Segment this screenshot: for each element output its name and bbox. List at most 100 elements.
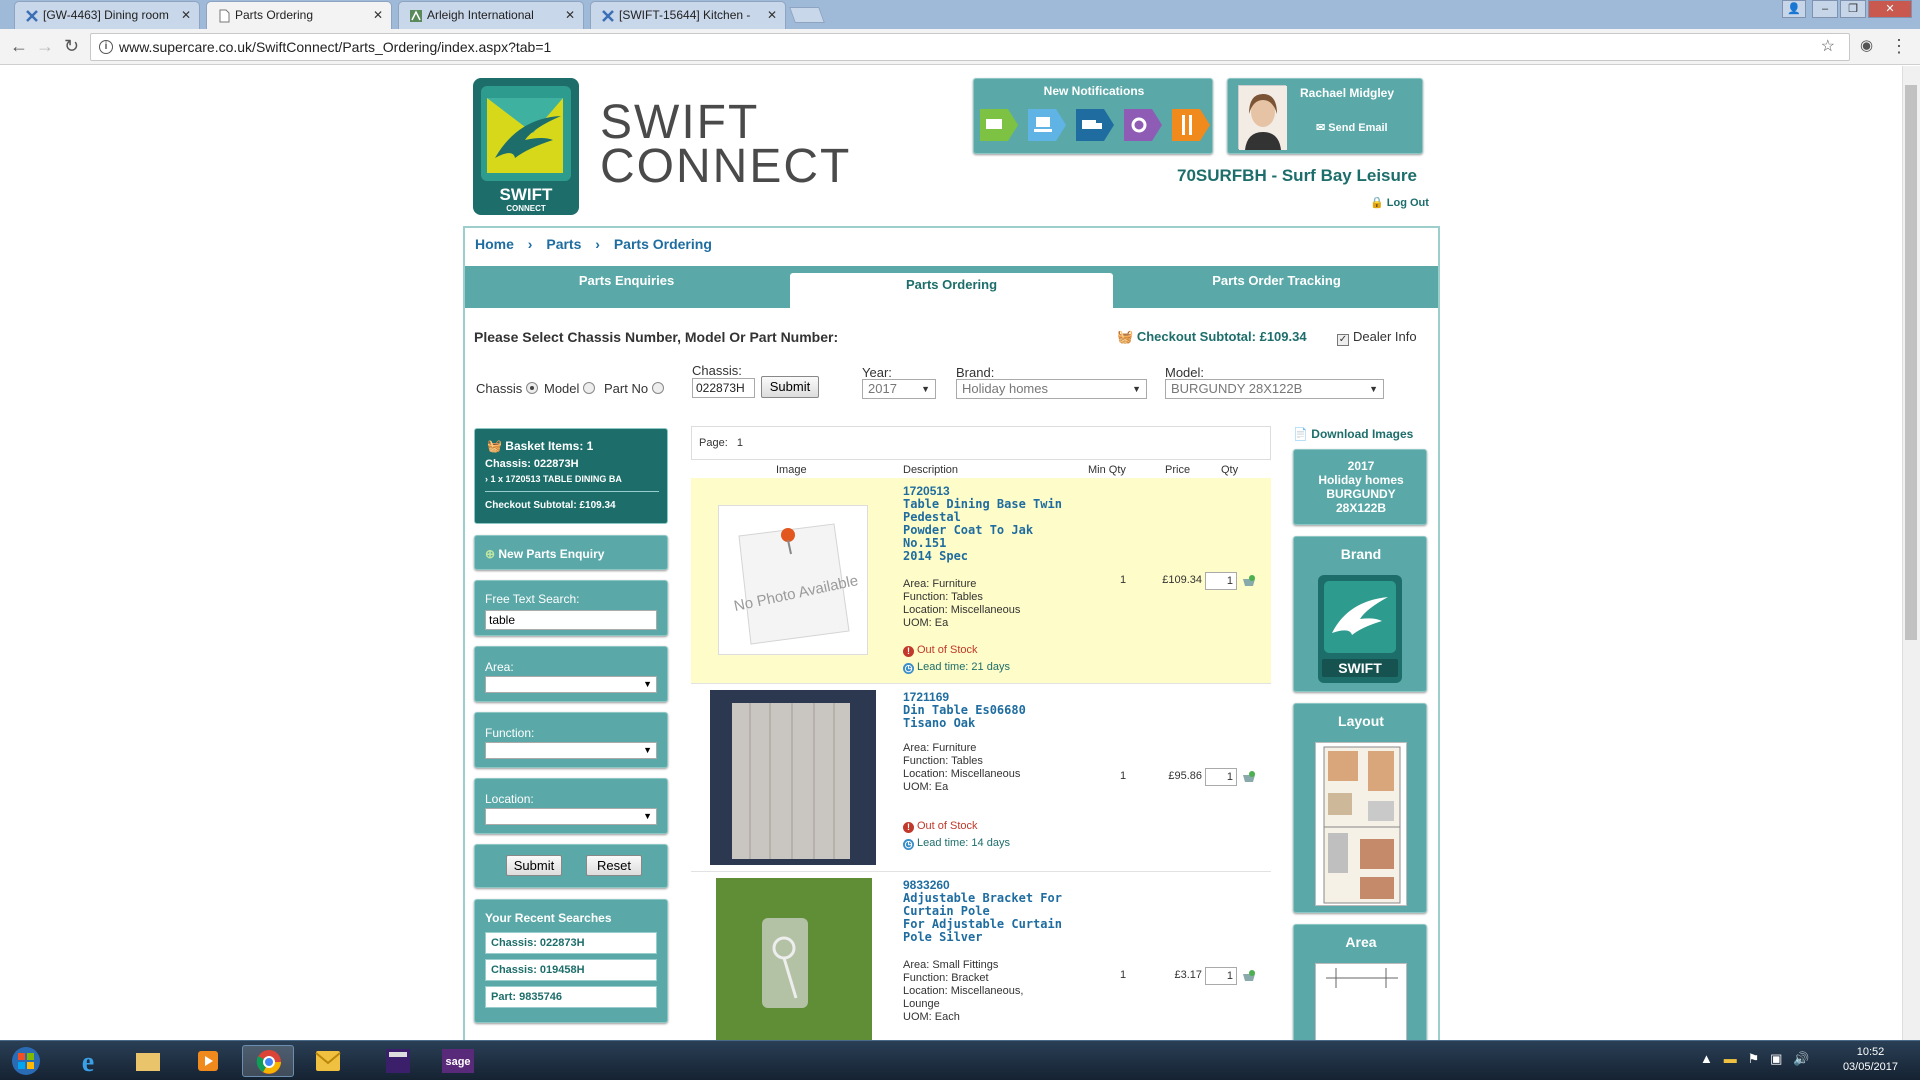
add-to-basket-icon[interactable] — [1242, 770, 1256, 784]
new-parts-enquiry-button[interactable]: ⊕ New Parts Enquiry — [474, 535, 668, 570]
url-text: www.supercare.co.uk/SwiftConnect/Parts_O… — [119, 39, 552, 55]
computer-notification-icon[interactable] — [1026, 105, 1068, 145]
tab-parts-order-tracking[interactable]: Parts Order Tracking — [1115, 266, 1438, 308]
basket-chassis: Chassis: 022873H — [485, 458, 579, 470]
url-input[interactable]: i www.supercare.co.uk/SwiftConnect/Parts… — [90, 33, 1850, 61]
close-icon[interactable]: ✕ — [373, 2, 383, 29]
basket-panel[interactable]: 🧺 Basket Items: 1 Chassis: 022873H › 1 x… — [474, 428, 668, 524]
chrome-icon[interactable] — [242, 1045, 294, 1077]
clock[interactable]: 10:52 03/05/2017 — [1843, 1045, 1898, 1075]
radio-model[interactable]: Model — [544, 381, 596, 396]
logout-link[interactable]: 🔒 Log Out — [1370, 196, 1429, 209]
tray-arrow-icon[interactable]: ▲ — [1700, 1051, 1713, 1066]
network-icon[interactable]: ▣ — [1770, 1051, 1782, 1066]
media-player-icon[interactable] — [182, 1045, 234, 1077]
part-attributes: Area: Furniture Function: Tables Locatio… — [903, 742, 1020, 794]
breadcrumb-parts[interactable]: Parts › — [546, 236, 600, 252]
calculator-icon[interactable] — [374, 1045, 422, 1077]
bookmark-star-icon[interactable]: ☆ — [1821, 34, 1835, 60]
outlook-icon[interactable] — [302, 1045, 354, 1077]
recent-search-item[interactable]: Part: 9835746 — [485, 986, 657, 1008]
free-text-input[interactable]: table — [485, 610, 657, 630]
system-tray: ▲ ▬ ⚑ ▣ 🔊 — [1700, 1051, 1809, 1067]
year-select[interactable]: 2017 ▼ — [862, 379, 936, 399]
download-images-link[interactable]: 📄 Download Images — [1293, 427, 1413, 441]
tab-parts-enquiries[interactable]: Parts Enquiries — [465, 266, 788, 308]
min-qty: 1 — [1120, 574, 1127, 586]
forward-icon[interactable]: → — [36, 36, 54, 56]
floor-plan-image[interactable] — [1315, 742, 1407, 906]
part-image[interactable] — [710, 690, 876, 865]
chassis-submit-button[interactable]: Submit — [761, 376, 819, 398]
location-select[interactable]: ▼ — [485, 808, 657, 825]
chassis-input[interactable]: 022873H — [692, 378, 755, 398]
model-select[interactable]: BURGUNDY 28X122B ▼ — [1165, 379, 1384, 399]
add-to-basket-icon[interactable] — [1242, 574, 1256, 588]
part-description[interactable]: Table Dining Base Twin Pedestal Powder C… — [903, 498, 1063, 563]
reload-icon[interactable]: ↻ — [64, 36, 79, 56]
download-images-label: Download Images — [1311, 427, 1414, 441]
area-image[interactable] — [1315, 963, 1407, 1040]
filter-submit-button[interactable]: Submit — [506, 855, 562, 876]
profile-button[interactable]: 👤 — [1782, 0, 1806, 18]
part-description[interactable]: Din Table Es06680 Tisano Oak — [903, 704, 1063, 730]
chevron-down-icon: ▼ — [643, 679, 652, 689]
part-code[interactable]: 1720513 — [903, 484, 950, 498]
close-window-button[interactable]: ✕ — [1868, 0, 1912, 18]
filter-reset-button[interactable]: Reset — [586, 855, 642, 876]
qty-input[interactable]: 1 — [1205, 572, 1237, 590]
page-number[interactable]: 1 — [737, 437, 743, 449]
info-icon[interactable]: i — [99, 40, 113, 54]
brand-logo[interactable]: SWIFT — [1318, 575, 1402, 683]
qty-input[interactable]: 1 — [1205, 967, 1237, 985]
browser-tab-1[interactable]: [GW-4463] Dining room ✕ — [14, 1, 200, 29]
menu-icon[interactable]: ⋮ — [1890, 36, 1908, 56]
function-select[interactable]: ▼ — [485, 742, 657, 759]
close-icon[interactable]: ✕ — [181, 2, 191, 29]
settings-notification-icon[interactable] — [1122, 105, 1164, 145]
tools-notification-icon[interactable] — [1170, 105, 1212, 145]
area-select[interactable]: ▼ — [485, 676, 657, 693]
qty-input[interactable]: 1 — [1205, 768, 1237, 786]
breadcrumb-parts-ordering[interactable]: Parts Ordering — [614, 236, 712, 252]
tab-parts-ordering[interactable]: Parts Ordering — [790, 273, 1113, 308]
part-code[interactable]: 1721169 — [903, 690, 949, 704]
back-icon[interactable]: ← — [10, 36, 28, 56]
dealer-info-checkbox[interactable]: ✓ Dealer Info — [1337, 329, 1417, 346]
extension-icon[interactable]: ◉ — [1860, 36, 1873, 56]
send-email-link[interactable]: ✉ Send Email — [1316, 121, 1388, 134]
start-button[interactable] — [4, 1045, 48, 1077]
checkout-subtotal[interactable]: 🧺 Checkout Subtotal: £109.34 — [1117, 329, 1307, 345]
delivery-notification-icon[interactable] — [1074, 105, 1116, 145]
brand-select[interactable]: Holiday homes ▼ — [956, 379, 1147, 399]
close-icon[interactable]: ✕ — [565, 2, 575, 29]
clock-icon: ◷ — [903, 663, 914, 674]
caravan-notification-icon[interactable] — [978, 105, 1020, 145]
sage-icon[interactable]: sage — [434, 1045, 482, 1077]
swift-connect-logo[interactable]: SWIFT CONNECT — [473, 78, 579, 215]
file-explorer-icon[interactable] — [122, 1045, 174, 1077]
no-photo-image[interactable]: No Photo Available — [718, 505, 868, 655]
breadcrumb-home[interactable]: Home › — [475, 236, 532, 252]
scrollbar-thumb[interactable] — [1905, 85, 1917, 640]
volume-icon[interactable]: 🔊 — [1793, 1051, 1809, 1066]
radio-chassis[interactable]: Chassis — [476, 381, 539, 396]
browser-tab-4[interactable]: [SWIFT-15644] Kitchen - ✕ — [590, 1, 786, 29]
flag-icon[interactable]: ⚑ — [1748, 1051, 1760, 1066]
internet-explorer-icon[interactable]: e — [62, 1045, 114, 1077]
part-description[interactable]: Adjustable Bracket For Curtain Pole For … — [903, 892, 1063, 944]
recent-search-item[interactable]: Chassis: 022873H — [485, 932, 657, 954]
minimize-button[interactable]: – — [1812, 0, 1838, 18]
recent-search-item[interactable]: Chassis: 019458H — [485, 959, 657, 981]
browser-tab-3[interactable]: Arleigh International ✕ — [398, 1, 584, 29]
radio-part-no[interactable]: Part No — [604, 381, 665, 396]
maximize-button[interactable]: ❐ — [1840, 0, 1866, 18]
part-code[interactable]: 9833260 — [903, 878, 950, 892]
add-to-basket-icon[interactable] — [1242, 969, 1256, 983]
new-tab-button[interactable] — [789, 7, 825, 23]
tray-folder-icon[interactable]: ▬ — [1724, 1051, 1737, 1066]
close-icon[interactable]: ✕ — [767, 2, 777, 29]
browser-tab-2[interactable]: Parts Ordering ✕ — [206, 1, 392, 29]
desc-line: Tisano Oak — [903, 716, 976, 730]
part-image[interactable] — [716, 878, 872, 1040]
